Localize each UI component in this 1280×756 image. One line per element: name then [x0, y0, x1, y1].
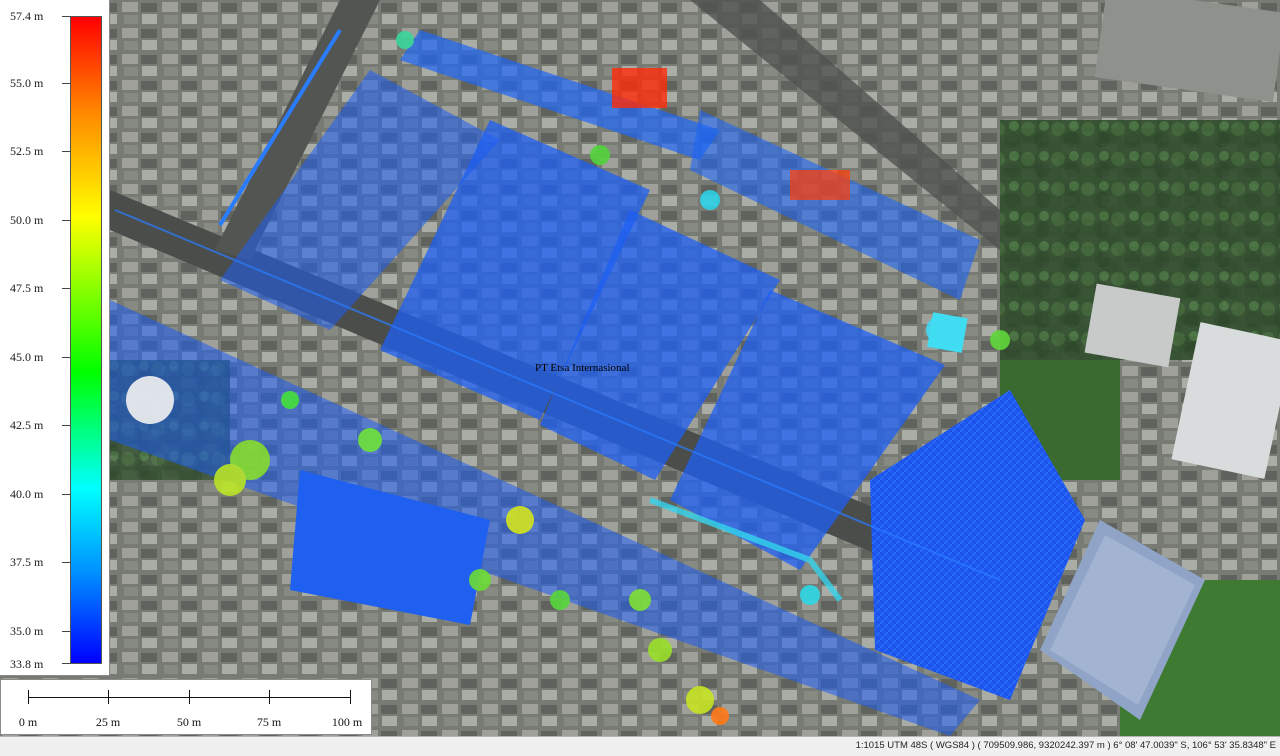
- legend-tick: [62, 562, 70, 563]
- legend-label: 47.5 m: [10, 281, 44, 295]
- legend-tick: [62, 288, 70, 289]
- legend-tick: [62, 220, 70, 221]
- scale-label: 25 m: [95, 715, 121, 729]
- legend-tick: [62, 631, 70, 632]
- scale-label: 100 m: [331, 715, 363, 729]
- scale-tick: [28, 690, 29, 704]
- map-view[interactable]: PT Etsa Internasional: [0, 0, 1280, 736]
- legend-label: 42.5 m: [10, 418, 44, 432]
- coordinate-readout: 1:1015 UTM 48S ( WGS84 ) ( 709509.986, 9…: [855, 740, 1276, 751]
- legend-tick: [62, 494, 70, 495]
- legend-label: 40.0 m: [10, 487, 44, 501]
- legend-label: 52.5 m: [10, 144, 44, 158]
- legend-tick: [62, 151, 70, 152]
- legend-max-label: 57.4 m: [10, 9, 44, 23]
- point-cloud-map[interactable]: [0, 0, 1280, 736]
- elevation-legend: 57.4 m 55.0 m 52.5 m 50.0 m 47.5 m 45.0 …: [0, 0, 110, 676]
- map-place-label[interactable]: PT Etsa Internasional: [535, 362, 630, 374]
- elevation-color-ramp: [70, 16, 102, 664]
- legend-label: 37.5 m: [10, 555, 44, 569]
- scale-tick: [350, 690, 351, 704]
- legend-label: 55.0 m: [10, 76, 44, 90]
- legend-label: 45.0 m: [10, 350, 44, 364]
- legend-tick: [62, 357, 70, 358]
- scale-label: 50 m: [176, 715, 202, 729]
- legend-tick: [62, 83, 70, 84]
- scale-label: 0 m: [18, 715, 38, 729]
- legend-tick: [62, 16, 70, 17]
- scale-tick: [108, 690, 109, 704]
- legend-label: 35.0 m: [10, 624, 44, 638]
- legend-tick: [62, 663, 70, 664]
- legend-label: 50.0 m: [10, 213, 44, 227]
- scale-bar: 0 m 25 m 50 m 75 m 100 m: [0, 679, 372, 735]
- legend-tick: [62, 425, 70, 426]
- scale-tick: [269, 690, 270, 704]
- legend-min-label: 33.8 m: [10, 657, 44, 671]
- status-bar: 1:1015 UTM 48S ( WGS84 ) ( 709509.986, 9…: [0, 736, 1280, 756]
- scale-tick: [189, 690, 190, 704]
- scale-label: 75 m: [256, 715, 282, 729]
